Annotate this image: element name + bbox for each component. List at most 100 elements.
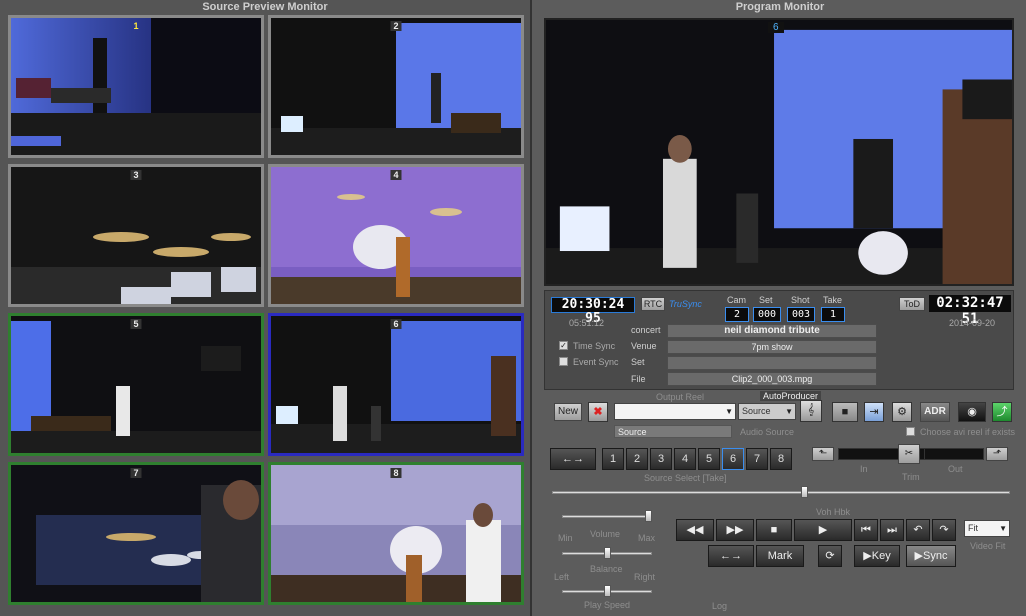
rewind-icon: ◀◀ [686, 524, 704, 536]
timecode-display: 20:30:24 95 [551, 297, 635, 326]
source-tile-3[interactable]: 3 [8, 164, 264, 307]
concert-thumbnail [11, 465, 261, 602]
tile-number: 4 [390, 170, 402, 180]
log-label: Log [712, 601, 728, 611]
source-button-5[interactable]: 5 [698, 448, 720, 470]
fast-forward-button[interactable]: ▶▶ [716, 519, 754, 541]
x-icon: ✖ [593, 406, 603, 418]
step-back-icon: ⏮ [861, 524, 871, 536]
date-display: 2014-09-20 [949, 318, 996, 328]
balance-thumb[interactable] [604, 547, 611, 559]
camera-button[interactable]: ◉ [958, 402, 986, 422]
program-camera-badge: 6 [768, 22, 784, 33]
undo-button[interactable]: ↶ [906, 519, 930, 541]
delete-reel-button[interactable]: ✖ [588, 402, 608, 422]
source-button-1[interactable]: 1 [602, 448, 624, 470]
volume-slider[interactable] [562, 515, 652, 518]
source-button-4[interactable]: 4 [674, 448, 696, 470]
set-out-button[interactable]: ⬏ [986, 447, 1008, 461]
set-row-label: Set [631, 357, 645, 367]
share-button[interactable]: ⤴ [992, 402, 1012, 422]
source-button-2[interactable]: 2 [626, 448, 648, 470]
source-tile-1[interactable]: 1 [8, 15, 264, 158]
source-tile-5[interactable]: 5 [8, 313, 264, 456]
cam-value[interactable]: 2 [725, 307, 749, 322]
balance-left-label: Left [554, 572, 570, 582]
event-sync-label: Event Sync [573, 357, 619, 367]
refresh-button[interactable]: ⟳ [818, 545, 842, 567]
key-button[interactable]: ▶Key [854, 545, 900, 567]
event-sync-checkbox[interactable] [559, 357, 568, 366]
set-value[interactable]: 000 [753, 307, 781, 322]
source-tile-4[interactable]: 4 [268, 164, 524, 307]
stop-button[interactable]: ■ [756, 519, 792, 541]
tile-number: 5 [130, 319, 142, 329]
timecode-info-panel: 20:30:24 95 RTC TruSync Cam 2 Set 000 Sh… [544, 290, 1014, 390]
adr-button[interactable]: ADR [920, 402, 950, 422]
export-button[interactable]: ⇥ [864, 402, 884, 422]
trim-label: Trim [902, 472, 920, 482]
source-select-label: Source Select [Take] [644, 473, 727, 483]
concert-thumbnail [11, 167, 261, 304]
video-fit-combo[interactable]: Fit ▼ [964, 520, 1010, 537]
source-tile-7[interactable]: 7 [8, 462, 264, 605]
shot-value[interactable]: 003 [787, 307, 815, 322]
output-reel-label: Output Reel [656, 392, 705, 402]
source-tile-2[interactable]: 2 [268, 15, 524, 158]
tod-button[interactable]: ToD [899, 297, 925, 311]
stop-icon: ■ [770, 524, 778, 536]
mark-button[interactable]: Mark [756, 545, 804, 567]
sync-button[interactable]: ▶Sync [906, 545, 956, 567]
video-fit-label: Video Fit [970, 541, 1006, 551]
scissors-icon: ✂ [904, 448, 914, 459]
redo-button[interactable]: ↷ [932, 519, 956, 541]
time-sync-checkbox[interactable]: ✓ [559, 341, 568, 350]
prev-next-source-button[interactable]: ←→ [550, 448, 596, 470]
program-video[interactable] [544, 18, 1014, 286]
out-label: Out [948, 464, 963, 474]
source-tile-8[interactable]: 8 [268, 462, 524, 605]
source-button-6[interactable]: 6 [722, 448, 744, 470]
output-reel-combo[interactable]: ▼ [614, 403, 736, 420]
volume-thumb[interactable] [644, 510, 652, 522]
concert-field[interactable]: neil diamond tribute [667, 324, 877, 338]
tile-number: 3 [130, 170, 142, 180]
fast-forward-icon: ▶▶ [726, 524, 744, 536]
volume-max-label: Max [638, 533, 656, 543]
concert-label: concert [631, 325, 661, 335]
program-timeline-thumb[interactable] [800, 486, 808, 498]
choose-avi-label: Choose avi reel if exists [920, 427, 1016, 437]
audio-source-label: Audio Source [740, 427, 795, 437]
program-timeline-slider[interactable] [552, 491, 1010, 494]
tile-number: 7 [130, 468, 142, 478]
step-forward-button[interactable]: ⏭ [880, 519, 904, 541]
source-button-3[interactable]: 3 [650, 448, 672, 470]
new-reel-button[interactable]: New [554, 403, 582, 421]
file-field[interactable]: Clip2_000_003.mpg [667, 372, 877, 386]
venue-field[interactable]: 7pm show [667, 340, 877, 354]
source-field[interactable]: Source [614, 425, 732, 438]
source-button-7[interactable]: 7 [746, 448, 768, 470]
play-speed-thumb[interactable] [604, 585, 611, 597]
choose-avi-checkbox[interactable] [906, 427, 915, 436]
audio-source-combo[interactable]: Source ▼ [738, 403, 796, 420]
set-field[interactable] [667, 356, 877, 370]
shot-label: Shot [791, 295, 810, 305]
treble-clef-button[interactable]: 𝄞 [800, 400, 822, 422]
step-back-button[interactable]: ⏮ [854, 519, 878, 541]
take-label: Take [823, 295, 843, 305]
trim-button[interactable]: ✂ [898, 444, 920, 464]
concert-thumbnail [271, 167, 521, 304]
set-in-button[interactable]: ⬑ [812, 447, 834, 461]
play-speed-label: Play Speed [584, 600, 631, 610]
rtc-button[interactable]: RTC [641, 297, 665, 311]
source-button-8[interactable]: 8 [770, 448, 792, 470]
rewind-button[interactable]: ◀◀ [676, 519, 714, 541]
play-button[interactable]: ▶ [794, 519, 852, 541]
settings-button[interactable]: ⚙ [892, 402, 912, 422]
prev-next-mark-button[interactable]: ←→ [708, 545, 754, 567]
take-value[interactable]: 1 [821, 307, 845, 322]
out-point-bar[interactable] [924, 448, 984, 460]
source-tile-6[interactable]: 6 [268, 313, 524, 456]
record-button[interactable]: ■ [832, 402, 858, 422]
